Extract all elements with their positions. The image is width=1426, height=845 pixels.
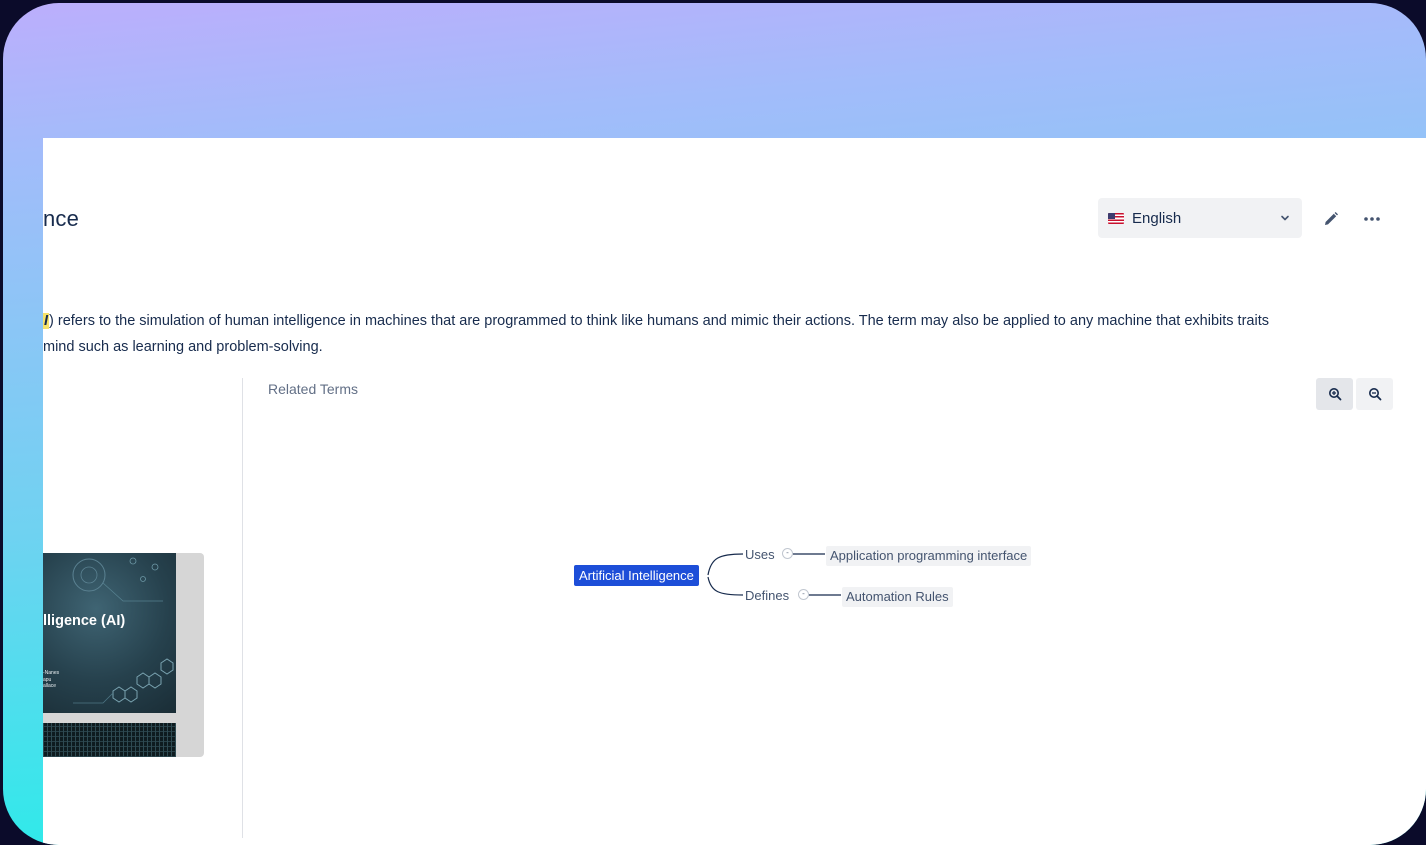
vertical-divider (242, 378, 243, 838)
collapse-toggle-defines[interactable]: - (798, 589, 809, 600)
mindmap-node-automation-rules[interactable]: Automation Rules (842, 587, 953, 607)
slide-thumbnail-2 (43, 723, 176, 757)
connector-root-uses (707, 553, 744, 576)
mindmap-connectors (707, 553, 841, 596)
connector-root-defines (707, 576, 744, 596)
more-horizontal-icon (1364, 217, 1380, 221)
glossary-term-panel: nce English I) refers to the simulation … (43, 138, 1426, 845)
mindmap-node-api[interactable]: Application programming interface (826, 546, 1032, 566)
us-flag-icon (1108, 212, 1124, 224)
zoom-out-icon (1368, 388, 1381, 401)
slide-meta: -Nanes apu allace (43, 670, 60, 689)
slide-thumbnail: lligence (AI) -Nanes apu allace (43, 553, 176, 713)
zoom-out-button[interactable] (1356, 378, 1393, 410)
pencil-icon (1325, 212, 1338, 225)
more-actions-button[interactable] (1357, 204, 1387, 234)
slide-title: lligence (AI) (43, 613, 126, 629)
page-title: nce (43, 206, 80, 231)
chevron-down-icon (1281, 215, 1289, 221)
circuit-decoration (72, 557, 174, 704)
language-select[interactable]: English (1098, 198, 1302, 238)
zoom-in-button[interactable] (1316, 378, 1353, 410)
mindmap-relation-uses: Uses (745, 547, 775, 562)
attachment-preview[interactable]: lligence (AI) -Nanes apu allace (43, 553, 204, 757)
mindmap-root-node[interactable]: Artificial Intelligence (574, 565, 699, 586)
description-line-2: mind such as learning and problem-solvin… (43, 339, 323, 355)
zoom-in-icon (1328, 388, 1341, 401)
mindmap-relation-defines: Defines (745, 588, 790, 603)
collapse-toggle-uses[interactable]: - (782, 548, 793, 559)
description-line-1: I) refers to the simulation of human int… (43, 313, 1269, 329)
related-terms-label: Related Terms (268, 381, 359, 397)
term-description: I) refers to the simulation of human int… (43, 308, 1373, 360)
language-select-value: English (1132, 209, 1182, 227)
app-frame: nce English I) refers to the simulation … (3, 3, 1426, 845)
edit-button[interactable] (1316, 204, 1346, 234)
